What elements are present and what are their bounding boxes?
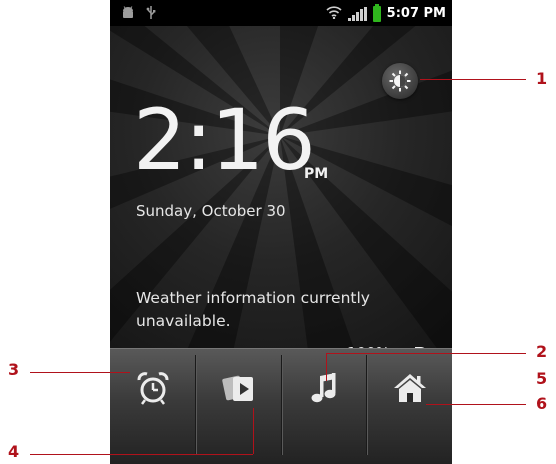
clock-ampm: PM (304, 166, 329, 182)
battery-icon (372, 3, 381, 22)
callout-number-2: 2 (536, 342, 548, 361)
callout-number-1: 1 (536, 69, 548, 88)
usb-icon (146, 5, 156, 24)
callout-line-5-vertical (326, 353, 327, 381)
sun-icon (389, 70, 411, 92)
dock-bar (110, 348, 452, 464)
status-bar: 5:07 PM (110, 0, 452, 26)
alarm-clock-button[interactable] (110, 349, 195, 464)
callout-line-3 (30, 372, 130, 373)
clock-time: 2:16 (133, 91, 316, 189)
alarm-clock-icon (137, 372, 168, 405)
callout-number-6: 6 (536, 394, 548, 413)
callout-number-5: 5 (536, 369, 548, 388)
wifi-icon (326, 4, 342, 23)
callout-number-4: 4 (8, 442, 20, 461)
music-button[interactable] (282, 349, 367, 464)
callout-line-6 (426, 404, 526, 405)
home-button[interactable] (367, 349, 452, 464)
callout-line-1 (420, 79, 526, 80)
home-icon (393, 374, 426, 402)
gallery-button[interactable] (196, 349, 281, 464)
music-note-icon (311, 373, 335, 403)
callout-number-3: 3 (8, 360, 20, 379)
callout-line-4-vertical (253, 408, 254, 454)
status-time: 5:07 PM (386, 6, 446, 21)
phone-screen: 5:07 PM 2:16 PM Sunday, October 30 Weath… (110, 0, 452, 464)
android-debug-icon (122, 5, 134, 24)
signal-icon (347, 6, 367, 21)
gallery-icon (221, 375, 253, 401)
callout-line-5 (326, 353, 526, 354)
weather-message: Weather information currently unavailabl… (136, 289, 370, 330)
weather-settings-button[interactable] (382, 63, 418, 99)
callout-line-4 (30, 454, 253, 455)
date-label: Sunday, October 30 (136, 202, 286, 220)
